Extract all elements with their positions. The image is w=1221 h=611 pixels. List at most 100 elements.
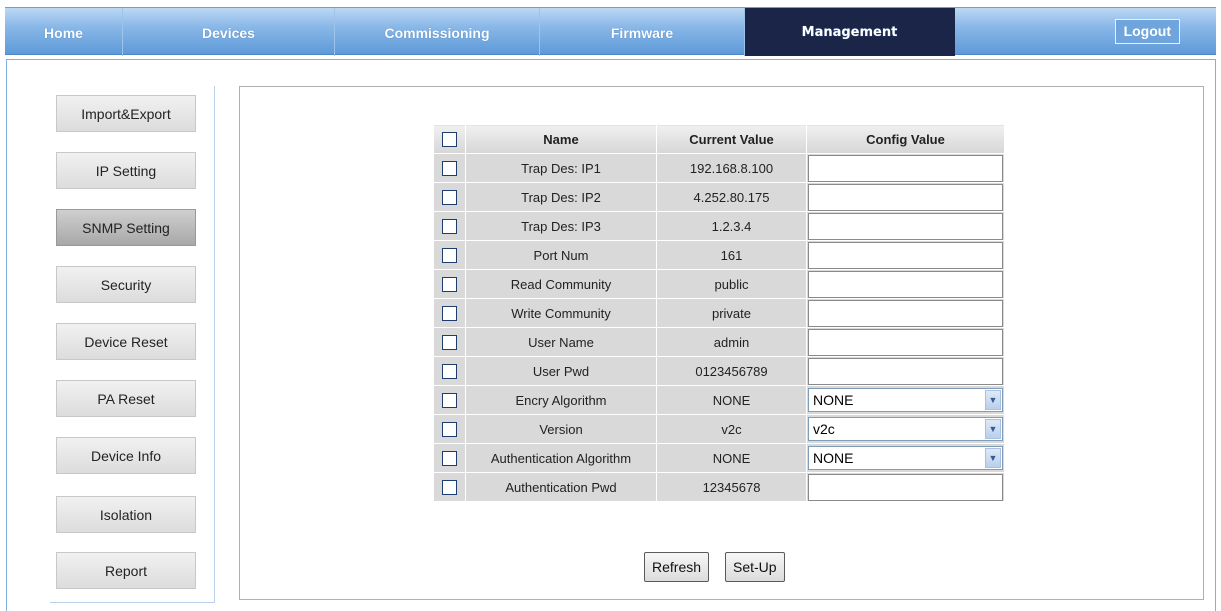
column-header-config-value: Config Value (806, 124, 1005, 154)
sidebar: Import&Export IP Setting SNMP Setting Se… (50, 86, 215, 603)
config-input-trap-ip1[interactable] (808, 154, 1003, 182)
row-checkbox-cell (433, 356, 466, 386)
table-row: Authentication Algorithm NONE NONE ▼ (433, 443, 1005, 473)
tab-devices[interactable]: Devices (123, 8, 335, 56)
table-header-row: Name Current Value Config Value (433, 124, 1005, 154)
config-input-trap-ip3[interactable] (808, 212, 1003, 240)
row-checkbox[interactable] (442, 161, 457, 177)
sidebar-item-snmp-setting[interactable]: SNMP Setting (56, 209, 196, 246)
config-input-trap-ip2[interactable] (808, 183, 1003, 211)
select-all-cell (433, 124, 466, 154)
row-checkbox-cell (433, 472, 466, 502)
row-name: Trap Des: IP3 (465, 211, 657, 241)
chevron-down-icon[interactable]: ▼ (985, 390, 1001, 410)
sidebar-item-import-export[interactable]: Import&Export (56, 95, 196, 132)
logout-button[interactable]: Logout (1114, 19, 1180, 44)
row-checkbox[interactable] (442, 480, 457, 496)
select-authentication-algorithm[interactable]: NONE ▼ (808, 446, 1003, 470)
row-current-value: 0123456789 (656, 356, 807, 386)
row-checkbox[interactable] (442, 248, 457, 264)
sidebar-item-report[interactable]: Report (56, 552, 196, 589)
row-config-cell (806, 327, 1005, 357)
select-version[interactable]: v2c ▼ (808, 417, 1003, 441)
setup-button[interactable]: Set-Up (725, 552, 785, 582)
sidebar-item-ip-setting[interactable]: IP Setting (56, 152, 196, 189)
select-all-checkbox[interactable] (442, 132, 457, 148)
select-encry-algorithm[interactable]: NONE ▼ (808, 388, 1003, 412)
row-current-value: public (656, 269, 807, 299)
chevron-down-icon[interactable]: ▼ (985, 419, 1001, 439)
config-input-read-community[interactable] (808, 270, 1003, 298)
row-name: Write Community (465, 298, 657, 328)
row-name: Trap Des: IP2 (465, 182, 657, 212)
sidebar-item-security[interactable]: Security (56, 266, 196, 303)
row-current-value: 12345678 (656, 472, 807, 502)
row-current-value: admin (656, 327, 807, 357)
tab-management[interactable]: Management (745, 8, 955, 56)
select-value: NONE (813, 450, 854, 466)
row-config-cell (806, 298, 1005, 328)
table-row: Trap Des: IP1 192.168.8.100 (433, 153, 1005, 183)
row-config-cell (806, 153, 1005, 183)
row-checkbox-cell (433, 269, 466, 299)
config-input-authentication-pwd[interactable] (808, 473, 1003, 501)
table-row: User Name admin (433, 327, 1005, 357)
refresh-button[interactable]: Refresh (644, 552, 710, 582)
config-input-write-community[interactable] (808, 299, 1003, 327)
row-checkbox[interactable] (442, 306, 457, 322)
tab-commissioning[interactable]: Commissioning (335, 8, 540, 56)
row-name: User Name (465, 327, 657, 357)
row-name: Read Community (465, 269, 657, 299)
row-checkbox[interactable] (442, 364, 457, 380)
tab-home[interactable]: Home (5, 8, 123, 56)
table-row: Encry Algorithm NONE NONE ▼ (433, 385, 1005, 415)
row-checkbox[interactable] (442, 451, 457, 467)
row-checkbox-cell (433, 327, 466, 357)
nav-bar: Home Devices Commissioning Firmware Mana… (5, 7, 1216, 56)
row-checkbox[interactable] (442, 190, 457, 206)
chevron-down-icon[interactable]: ▼ (985, 448, 1001, 468)
table-row: Trap Des: IP2 4.252.80.175 (433, 182, 1005, 212)
top-navigation: Home Devices Commissioning Firmware Mana… (0, 0, 1221, 58)
row-checkbox-cell (433, 298, 466, 328)
select-value: NONE (813, 392, 854, 408)
table-row: Port Num 161 (433, 240, 1005, 270)
row-name: Trap Des: IP1 (465, 153, 657, 183)
table-row: Write Community private (433, 298, 1005, 328)
row-checkbox[interactable] (442, 219, 457, 235)
row-config-cell: v2c ▼ (806, 414, 1005, 444)
sidebar-item-device-info[interactable]: Device Info (56, 437, 196, 474)
row-name: Authentication Algorithm (465, 443, 657, 473)
table-row: Authentication Pwd 12345678 (433, 472, 1005, 502)
table-row: User Pwd 0123456789 (433, 356, 1005, 386)
tab-firmware[interactable]: Firmware (540, 8, 745, 56)
sidebar-item-device-reset[interactable]: Device Reset (56, 323, 196, 360)
sidebar-item-isolation[interactable]: Isolation (56, 496, 196, 533)
select-value: v2c (813, 421, 835, 437)
row-checkbox-cell (433, 182, 466, 212)
row-config-cell (806, 356, 1005, 386)
row-current-value: v2c (656, 414, 807, 444)
row-name: Port Num (465, 240, 657, 270)
row-current-value: NONE (656, 443, 807, 473)
row-name: Authentication Pwd (465, 472, 657, 502)
row-current-value: NONE (656, 385, 807, 415)
snmp-settings-table: Name Current Value Config Value Trap Des… (433, 124, 1005, 502)
row-name: User Pwd (465, 356, 657, 386)
config-input-user-name[interactable] (808, 328, 1003, 356)
row-config-cell (806, 269, 1005, 299)
row-config-cell: NONE ▼ (806, 385, 1005, 415)
row-checkbox[interactable] (442, 422, 457, 438)
config-input-user-pwd[interactable] (808, 357, 1003, 385)
config-input-port-num[interactable] (808, 241, 1003, 269)
column-header-current-value: Current Value (656, 124, 807, 154)
row-checkbox[interactable] (442, 277, 457, 293)
row-checkbox[interactable] (442, 335, 457, 351)
sidebar-item-pa-reset[interactable]: PA Reset (56, 380, 196, 417)
row-config-cell (806, 472, 1005, 502)
row-config-cell: NONE ▼ (806, 443, 1005, 473)
row-checkbox[interactable] (442, 393, 457, 409)
row-current-value: private (656, 298, 807, 328)
snmp-settings-panel: Name Current Value Config Value Trap Des… (239, 86, 1204, 600)
row-current-value: 161 (656, 240, 807, 270)
